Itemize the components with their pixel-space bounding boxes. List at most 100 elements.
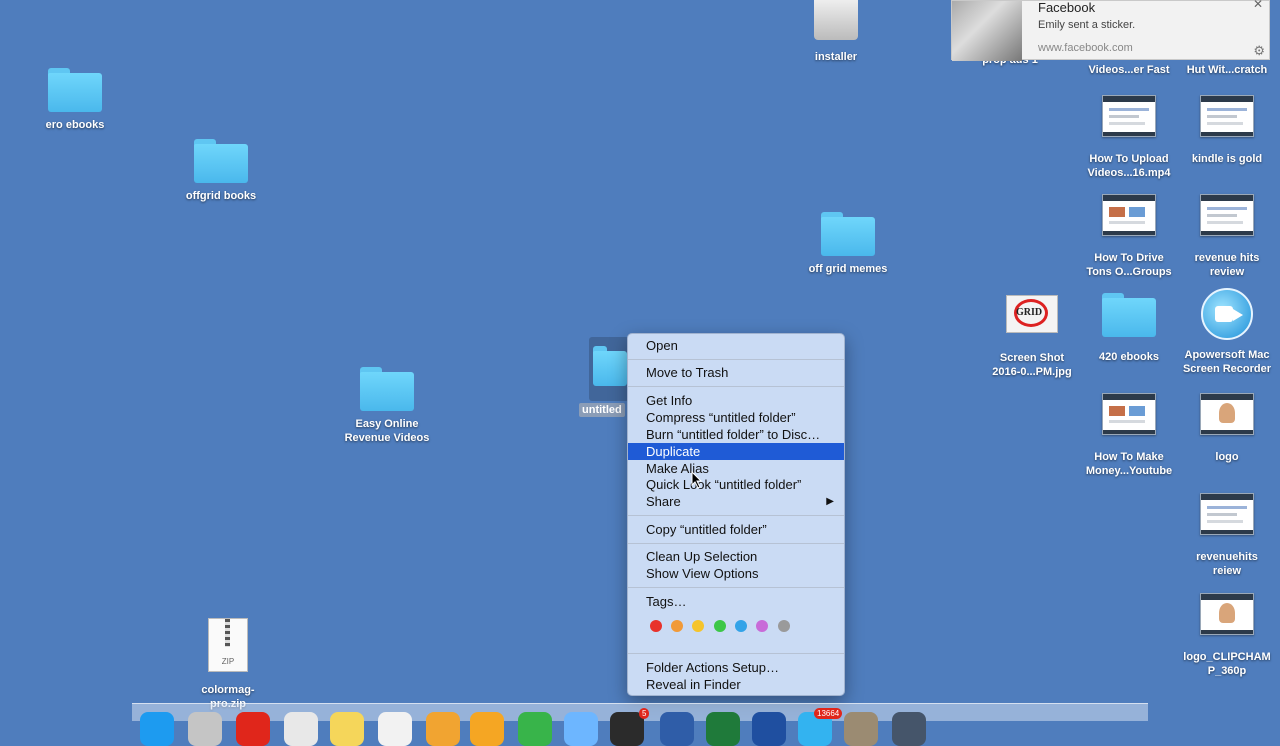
zip-icon: ZIP bbox=[208, 618, 248, 672]
notification-avatar bbox=[952, 1, 1022, 61]
file-screen-shot[interactable]: GRID Screen Shot 2016-0...PM.jpg bbox=[977, 295, 1087, 379]
notification-title: Facebook bbox=[1038, 0, 1096, 15]
tag-color-dot[interactable] bbox=[756, 620, 768, 632]
file-how-to-drive[interactable]: How To Drive Tons O...Groups bbox=[1074, 194, 1184, 279]
file-label-line2: Videos...16.mp4 bbox=[1087, 167, 1171, 179]
folder-icon bbox=[821, 212, 875, 256]
folder-off-grid-memes[interactable]: off grid memes bbox=[793, 212, 903, 276]
menu-item-folder-actions-setup[interactable]: Folder Actions Setup… bbox=[628, 659, 844, 676]
submenu-arrow-icon: ▶ bbox=[826, 496, 834, 507]
menu-item-share[interactable]: Share ▶ bbox=[628, 493, 844, 510]
file-label-line1: How To Upload bbox=[1089, 153, 1169, 165]
video-thumbnail-icon bbox=[1200, 393, 1254, 435]
folder-offgrid-books[interactable]: offgrid books bbox=[166, 139, 276, 203]
tag-color-dot[interactable] bbox=[778, 620, 790, 632]
file-kindle-is-gold[interactable]: kindle is gold bbox=[1172, 95, 1280, 166]
dock-app-icon[interactable] bbox=[706, 712, 740, 746]
dock-app-icon[interactable] bbox=[378, 712, 412, 746]
menu-item-share-label: Share bbox=[646, 494, 681, 509]
file-hut-with-scratch-label[interactable]: Hut Wit...cratch bbox=[1172, 64, 1280, 76]
dock-app-icon[interactable] bbox=[426, 712, 460, 746]
dock-app-icon[interactable] bbox=[330, 712, 364, 746]
notification-message: Emily sent a sticker. bbox=[1038, 19, 1136, 31]
menu-item-burn[interactable]: Burn “untitled folder” to Disc… bbox=[628, 426, 844, 443]
folder-label: offgrid books bbox=[185, 190, 257, 202]
file-videos-er-fast-label[interactable]: Videos...er Fast bbox=[1074, 64, 1184, 76]
dock-app-icon[interactable] bbox=[844, 712, 878, 746]
folder-420-ebooks[interactable]: 420 ebooks bbox=[1074, 293, 1184, 364]
file-label-line2: 2016-0...PM.jpg bbox=[992, 366, 1072, 378]
video-thumbnail-icon bbox=[1102, 95, 1156, 137]
menu-separator bbox=[628, 543, 844, 544]
menu-separator bbox=[628, 386, 844, 387]
file-label: kindle is gold bbox=[1191, 153, 1263, 165]
camera-app-icon bbox=[1201, 288, 1253, 340]
file-logo[interactable]: logo bbox=[1172, 393, 1280, 464]
menu-item-get-info[interactable]: Get Info bbox=[628, 392, 844, 409]
menu-item-tags[interactable]: Tags… bbox=[628, 593, 844, 610]
tag-color-dot[interactable] bbox=[714, 620, 726, 632]
dock-app-icon[interactable] bbox=[236, 712, 270, 746]
folder-icon bbox=[48, 68, 102, 112]
file-revenuehits-reiew[interactable]: revenuehits reiew bbox=[1172, 493, 1280, 578]
context-menu: Open Move to Trash Get Info Compress “un… bbox=[627, 333, 845, 696]
menu-separator bbox=[628, 587, 844, 588]
facebook-notification[interactable]: Facebook Emily sent a sticker. www.faceb… bbox=[951, 0, 1270, 61]
video-thumbnail-icon bbox=[1200, 493, 1254, 535]
drive-installer[interactable]: installer bbox=[781, 0, 891, 64]
dock-app-icon[interactable] bbox=[892, 712, 926, 746]
tag-color-dot[interactable] bbox=[692, 620, 704, 632]
notification-url: www.facebook.com bbox=[1038, 42, 1133, 54]
file-logo-clipchamp[interactable]: logo_CLIPCHAM P_360p bbox=[1172, 593, 1280, 678]
menu-item-compress[interactable]: Compress “untitled folder” bbox=[628, 409, 844, 426]
folder-untitled-label[interactable]: untitled bbox=[579, 403, 625, 417]
app-apowersoft[interactable]: Apowersoft Mac Screen Recorder bbox=[1172, 288, 1280, 376]
menu-item-quick-look[interactable]: Quick Look “untitled folder” bbox=[628, 476, 844, 493]
tag-color-dot[interactable] bbox=[650, 620, 662, 632]
folder-label: 420 ebooks bbox=[1099, 351, 1159, 363]
folder-icon bbox=[194, 139, 248, 183]
menu-item-clean-up-selection[interactable]: Clean Up Selection bbox=[628, 548, 844, 565]
dock-app-icon[interactable] bbox=[564, 712, 598, 746]
dock: 5 13664 bbox=[132, 703, 1148, 746]
app-label-line2: Screen Recorder bbox=[1182, 363, 1272, 375]
mouse-cursor-icon bbox=[691, 471, 703, 489]
menu-item-show-view-options[interactable]: Show View Options bbox=[628, 565, 844, 582]
menu-item-open[interactable]: Open bbox=[628, 337, 844, 354]
file-label-line1: How To Make bbox=[1094, 451, 1164, 463]
folder-untitled-icon[interactable] bbox=[593, 346, 627, 386]
menu-item-reveal-in-finder[interactable]: Reveal in Finder bbox=[628, 676, 844, 693]
video-thumbnail-icon bbox=[1102, 194, 1156, 236]
file-how-to-make-money[interactable]: How To Make Money...Youtube bbox=[1074, 393, 1184, 478]
dock-app-icon[interactable] bbox=[470, 712, 504, 746]
file-label-line2: Tons O...Groups bbox=[1086, 266, 1172, 278]
tag-color-dot[interactable] bbox=[671, 620, 683, 632]
file-colormag-zip[interactable]: ZIP colormag- pro.zip bbox=[173, 618, 283, 711]
folder-label-line1: Easy Online bbox=[355, 418, 419, 430]
folder-easy-online-revenue[interactable]: Easy Online Revenue Videos bbox=[332, 367, 442, 445]
dock-app-icon[interactable] bbox=[518, 712, 552, 746]
file-label-line1: revenue hits bbox=[1194, 252, 1260, 264]
folder-ero-ebooks[interactable]: ero ebooks bbox=[20, 68, 130, 132]
menu-separator bbox=[628, 515, 844, 516]
dock-app-icon[interactable] bbox=[610, 712, 644, 746]
file-revenue-hits-review[interactable]: revenue hits review bbox=[1172, 194, 1280, 279]
dock-app-icon[interactable] bbox=[140, 712, 174, 746]
folder-icon bbox=[1102, 293, 1156, 337]
gear-icon[interactable]: ⚙ bbox=[1253, 43, 1265, 59]
dock-app-icon[interactable] bbox=[660, 712, 694, 746]
dock-app-icon[interactable] bbox=[284, 712, 318, 746]
menu-item-make-alias[interactable]: Make Alias bbox=[628, 460, 844, 477]
file-label-line1: How To Drive bbox=[1094, 252, 1164, 264]
menu-item-copy[interactable]: Copy “untitled folder” bbox=[628, 521, 844, 538]
video-thumbnail-icon bbox=[1200, 593, 1254, 635]
file-how-to-upload-16[interactable]: How To Upload Videos...16.mp4 bbox=[1074, 95, 1184, 180]
drive-label: installer bbox=[814, 51, 858, 63]
close-icon[interactable]: ✕ bbox=[1253, 0, 1263, 11]
tag-color-dot[interactable] bbox=[735, 620, 747, 632]
dock-app-icon[interactable] bbox=[752, 712, 786, 746]
menu-item-move-to-trash[interactable]: Move to Trash bbox=[628, 364, 844, 381]
dock-app-icon[interactable] bbox=[188, 712, 222, 746]
file-label-line1: revenuehits bbox=[1196, 551, 1258, 563]
menu-item-duplicate[interactable]: Duplicate bbox=[628, 443, 844, 460]
